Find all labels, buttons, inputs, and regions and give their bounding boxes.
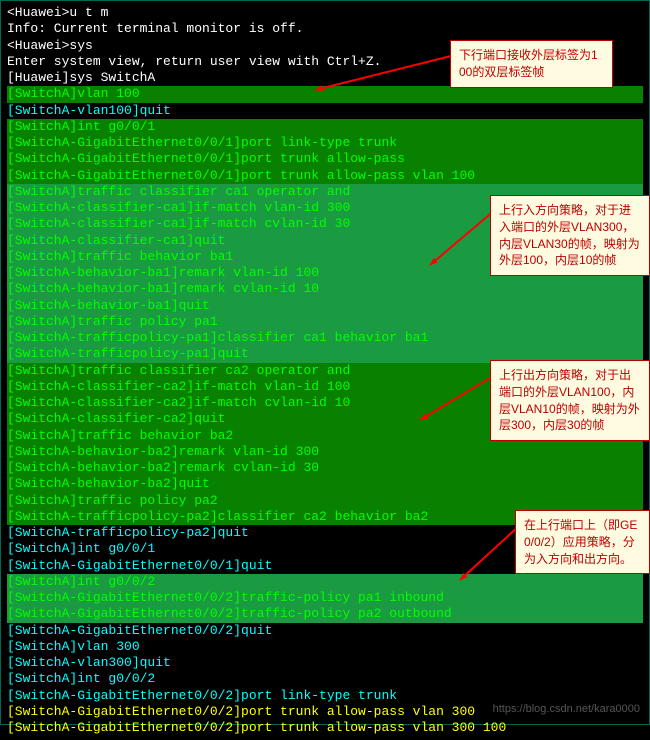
terminal-line: [SwitchA-GigabitEthernet0/0/2]traffic-po… — [7, 590, 643, 606]
annotation-callout: 在上行端口上（即GE0/0/2）应用策略，分为入方向和出方向。 — [515, 510, 650, 574]
terminal-line: [SwitchA-GigabitEthernet0/0/2]port trunk… — [7, 720, 643, 736]
terminal-line: [SwitchA]int g0/0/2 — [7, 574, 643, 590]
watermark: https://blog.csdn.net/kara0000 — [493, 703, 640, 717]
terminal-line: [SwitchA-behavior-ba2]remark cvlan-id 30 — [7, 460, 643, 476]
terminal-line: [SwitchA-behavior-ba2]remark vlan-id 300 — [7, 444, 643, 460]
terminal-line: [SwitchA]int g0/0/1 — [7, 119, 643, 135]
terminal-line: [SwitchA]int g0/0/2 — [7, 671, 643, 687]
terminal-line: [SwitchA-behavior-ba1]remark cvlan-id 10 — [7, 281, 643, 297]
terminal-line: [SwitchA-GigabitEthernet0/0/2]quit — [7, 623, 643, 639]
annotation-callout: 上行入方向策略，对于进入端口的外层VLAN300，内层VLAN30的帧，映射为外… — [490, 195, 650, 276]
terminal-line: [SwitchA]vlan 100 — [7, 86, 643, 102]
annotation-callout: 上行出方向策略，对于出端口的外层VLAN100，内层VLAN10的帧，映射为外层… — [490, 360, 650, 441]
annotation-callout: 下行端口接收外层标签为100的双层标签帧 — [450, 40, 613, 88]
terminal-line: Info: Current terminal monitor is off. — [7, 21, 643, 37]
terminal-line: [SwitchA-behavior-ba2]quit — [7, 476, 643, 492]
terminal-line: [SwitchA-GigabitEthernet0/0/1]port trunk… — [7, 168, 643, 184]
terminal-line: [SwitchA-vlan300]quit — [7, 655, 643, 671]
terminal-line: [SwitchA]traffic policy pa2 — [7, 493, 643, 509]
terminal-line: [SwitchA]vlan 300 — [7, 639, 643, 655]
terminal-line: [SwitchA-GigabitEthernet0/0/1]port trunk… — [7, 151, 643, 167]
terminal-line: [SwitchA-trafficpolicy-pa1]classifier ca… — [7, 330, 643, 346]
terminal-line: <Huawei>u t m — [7, 5, 643, 21]
terminal-line: [SwitchA-GigabitEthernet0/0/2]port link-… — [7, 688, 643, 704]
terminal-line: [SwitchA-GigabitEthernet0/0/2]traffic-po… — [7, 606, 643, 622]
terminal-line: [SwitchA]traffic policy pa1 — [7, 314, 643, 330]
terminal-line: [SwitchA-vlan100]quit — [7, 103, 643, 119]
terminal-line: [SwitchA-GigabitEthernet0/0/1]port link-… — [7, 135, 643, 151]
terminal-line: [SwitchA-behavior-ba1]quit — [7, 298, 643, 314]
